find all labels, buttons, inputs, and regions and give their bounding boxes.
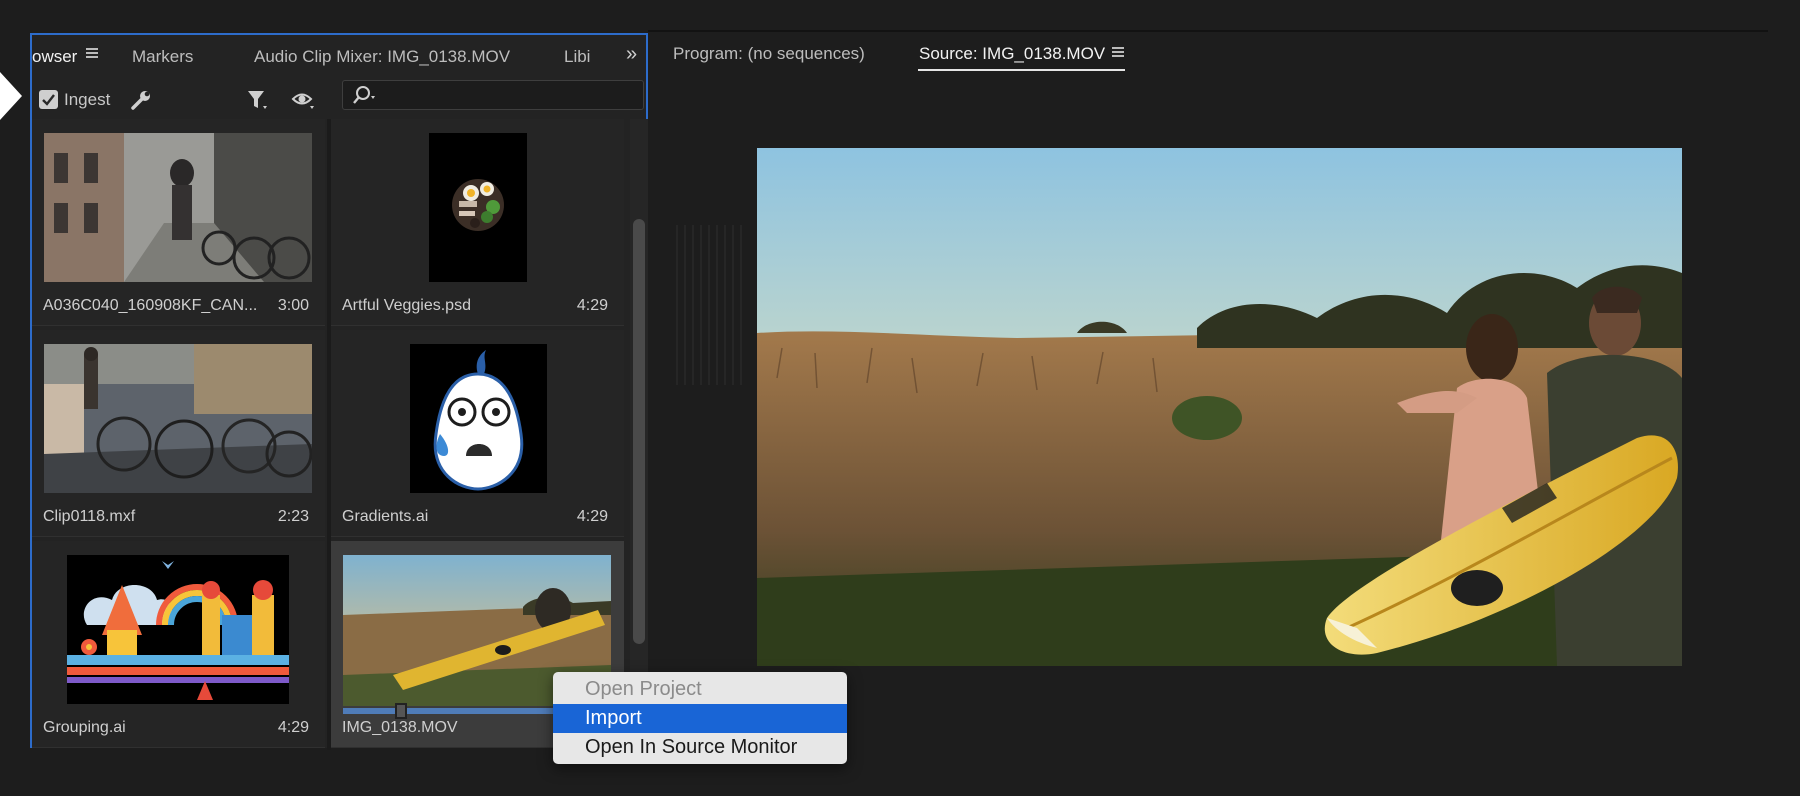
media-thumbnail (44, 133, 312, 282)
media-thumbnail (429, 133, 527, 282)
media-item-duration: 3:00 (277, 297, 309, 314)
media-item-name: IMG_0138.MOV (342, 719, 458, 736)
menu-item-import[interactable]: Import (553, 704, 847, 733)
ingest-label: Ingest (64, 90, 111, 109)
media-thumbnail (67, 555, 289, 704)
view-options-icon[interactable] (290, 86, 318, 114)
media-item-duration: 4:29 (277, 719, 309, 736)
wrench-icon[interactable] (127, 86, 155, 114)
media-item-name: Artful Veggies.psd (342, 297, 471, 314)
media-item-duration: 2:23 (277, 508, 309, 525)
media-item-name: A036C040_160908KF_CAN... (43, 297, 258, 314)
tab-libraries[interactable]: Libi (564, 47, 590, 67)
grid-column-divider (327, 119, 331, 750)
media-thumbnail (410, 344, 547, 493)
menu-item-open-project[interactable]: Open Project (553, 675, 847, 704)
source-panel-menu-icon[interactable] (1110, 45, 1126, 61)
search-icon (353, 86, 375, 104)
tab-source-monitor[interactable]: Source: IMG_0138.MOV (919, 44, 1105, 64)
panel-overflow-icon[interactable]: » (626, 43, 637, 66)
search-input[interactable] (342, 80, 644, 110)
decorative-stripes (673, 225, 745, 385)
menu-item-open-in-source-monitor[interactable]: Open In Source Monitor (553, 733, 847, 762)
media-item-name: Grouping.ai (43, 719, 126, 736)
filter-icon[interactable] (244, 86, 272, 114)
media-browser-panel: owser Markers Audio Clip Mixer: IMG_0138… (30, 33, 648, 750)
media-item[interactable]: Clip0118.mxf 2:23 (32, 330, 325, 537)
tab-markers[interactable]: Markers (132, 47, 193, 67)
ingest-checkbox[interactable] (39, 90, 58, 109)
media-item[interactable]: Gradients.ai 4:29 (331, 330, 624, 537)
checkmark-icon (42, 94, 55, 106)
media-item[interactable]: Grouping.ai 4:29 (32, 541, 325, 748)
media-item[interactable]: Artful Veggies.psd 4:29 (331, 119, 624, 326)
browser-tab-bar: owser Markers Audio Clip Mixer: IMG_0138… (32, 35, 646, 77)
media-item-duration: 4:29 (576, 297, 608, 314)
pointer-arrow-icon (0, 72, 22, 120)
panel-top-divider (648, 30, 1768, 32)
media-grid: A036C040_160908KF_CAN... 3:00 Artful Veg… (32, 119, 628, 750)
tab-audio-clip-mixer[interactable]: Audio Clip Mixer: IMG_0138.MOV (254, 47, 510, 67)
media-item-duration: 4:29 (576, 508, 608, 525)
scrollbar-thumb[interactable] (633, 219, 645, 644)
active-tab-underline (918, 69, 1125, 71)
scrub-handle[interactable] (395, 703, 407, 719)
source-video-preview[interactable] (757, 148, 1682, 666)
panel-menu-icon[interactable] (84, 46, 100, 62)
tab-media-browser[interactable]: owser (32, 47, 77, 67)
media-item-name: Gradients.ai (342, 508, 429, 525)
context-menu: Open Project Import Open In Source Monit… (553, 672, 847, 764)
tab-program-monitor[interactable]: Program: (no sequences) (673, 44, 865, 64)
media-item-name: Clip0118.mxf (43, 508, 136, 525)
media-item[interactable]: A036C040_160908KF_CAN... 3:00 (32, 119, 325, 326)
media-thumbnail (44, 344, 312, 493)
browser-scrollbar[interactable] (630, 119, 648, 750)
